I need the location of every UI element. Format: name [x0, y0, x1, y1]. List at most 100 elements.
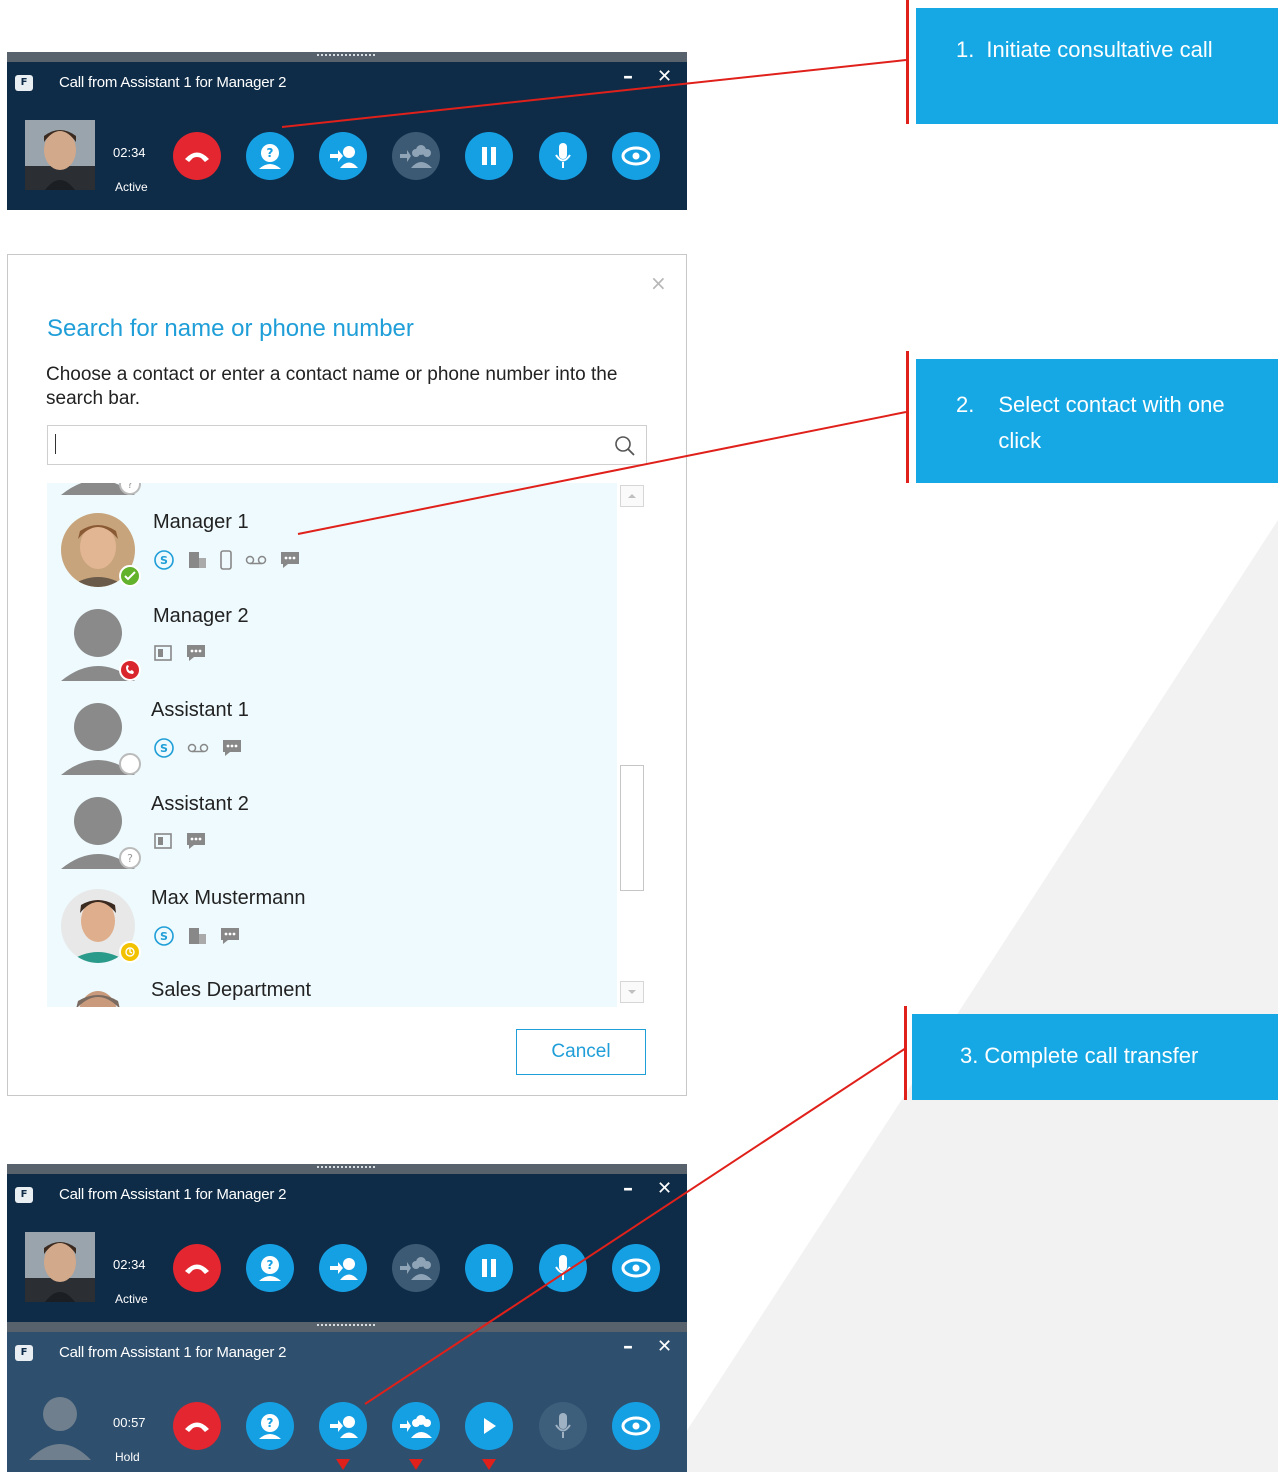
call-title: Call from Assistant 1 for Manager 2 — [59, 74, 287, 91]
dialog-close-button[interactable]: × — [650, 271, 667, 295]
contact-name: Assistant 1 — [151, 699, 249, 721]
contact-card-icon[interactable] — [153, 643, 173, 663]
contact-name: Manager 2 — [153, 605, 249, 627]
search-input[interactable] — [47, 425, 647, 465]
scroll-thumb[interactable] — [620, 765, 644, 891]
consult-call-button[interactable]: ? — [246, 132, 294, 180]
conference-button[interactable] — [392, 1402, 440, 1450]
building-phone-icon[interactable] — [187, 550, 207, 570]
chevron-down-icon — [628, 990, 636, 994]
presence-available-icon — [119, 565, 141, 587]
consult-call-button[interactable]: ? — [246, 1402, 294, 1450]
close-button[interactable]: ✕ — [657, 66, 672, 87]
drag-handle[interactable] — [7, 1322, 687, 1332]
eye-icon — [621, 146, 651, 166]
list-item[interactable]: Max Mustermann S — [47, 879, 617, 971]
conference-button[interactable] — [392, 1244, 440, 1292]
call-window-active: F Call from Assistant 1 for Manager 2 – … — [7, 52, 687, 210]
transfer-button[interactable] — [319, 1244, 367, 1292]
dialog-description: Choose a contact or enter a contact name… — [46, 364, 618, 409]
transfer-button[interactable] — [319, 132, 367, 180]
minimize-button[interactable]: – — [623, 64, 633, 88]
call-title: Call from Assistant 1 for Manager 2 — [59, 1186, 287, 1203]
hangup-button[interactable] — [173, 132, 221, 180]
avatar — [61, 983, 135, 1007]
mute-button[interactable] — [539, 132, 587, 180]
callout-text: Complete call transfer — [984, 1043, 1199, 1068]
drag-handle[interactable] — [7, 1164, 687, 1174]
svg-text:?: ? — [267, 1416, 274, 1430]
call-timer: 02:34 — [113, 145, 146, 160]
mute-button[interactable] — [539, 1244, 587, 1292]
drag-handle[interactable] — [7, 52, 687, 62]
app-logo-icon: F — [15, 75, 33, 91]
chat-icon[interactable] — [221, 738, 243, 758]
chat-icon[interactable] — [219, 926, 241, 946]
close-button[interactable]: ✕ — [657, 1178, 672, 1199]
list-item[interactable]: Sales Department — [47, 973, 617, 1007]
hold-button[interactable] — [465, 1244, 513, 1292]
monitor-button[interactable] — [612, 1402, 660, 1450]
call-title-bar: F Call from Assistant 1 for Manager 2 – … — [7, 1332, 687, 1376]
conference-icon — [400, 145, 432, 168]
play-icon — [484, 1418, 496, 1434]
skype-icon[interactable]: S — [153, 925, 175, 947]
microphone-icon — [555, 143, 571, 168]
contact-list[interactable]: ? Manager 1 S Manager 2 Assistant 1 S ? … — [47, 483, 617, 1007]
consult-icon: ? — [259, 144, 281, 169]
chat-icon[interactable] — [185, 643, 207, 663]
list-item[interactable]: ? Assistant 2 — [47, 785, 617, 877]
chat-icon[interactable] — [185, 831, 207, 851]
list-item[interactable]: Assistant 1 S — [47, 691, 617, 783]
conference-icon — [400, 1415, 432, 1438]
eye-icon — [621, 1416, 651, 1436]
conference-button[interactable] — [392, 132, 440, 180]
svg-text:?: ? — [267, 1258, 274, 1272]
callout-marker — [904, 1006, 907, 1100]
hangup-button[interactable] — [173, 1402, 221, 1450]
list-item[interactable]: ? — [47, 483, 617, 503]
close-button[interactable]: ✕ — [657, 1336, 672, 1357]
voicemail-icon[interactable] — [187, 742, 209, 754]
call-timer: 02:34 — [113, 1257, 146, 1272]
scroll-down-button[interactable] — [620, 981, 644, 1003]
presence-in-call-icon — [119, 659, 141, 681]
search-icon[interactable] — [614, 435, 636, 457]
building-phone-icon[interactable] — [187, 926, 207, 946]
transfer-button[interactable] — [319, 1402, 367, 1450]
minimize-button[interactable]: – — [623, 1334, 633, 1358]
list-item[interactable]: Manager 2 — [47, 597, 617, 689]
chat-icon[interactable] — [279, 550, 301, 570]
eye-icon — [621, 1258, 651, 1278]
callout-marker — [906, 351, 909, 483]
contact-list-scrollbar[interactable] — [619, 483, 647, 1007]
call-state: Hold — [115, 1450, 140, 1464]
callout-marker — [906, 0, 909, 124]
scroll-up-button[interactable] — [620, 485, 644, 507]
caller-avatar — [25, 120, 95, 190]
list-item[interactable]: Manager 1 S — [47, 503, 617, 595]
minimize-button[interactable]: – — [623, 1176, 633, 1200]
call-title-bar: F Call from Assistant 1 for Manager 2 – … — [7, 1174, 687, 1218]
mute-button[interactable] — [539, 1402, 587, 1450]
skype-icon[interactable]: S — [153, 549, 175, 571]
monitor-button[interactable] — [612, 132, 660, 180]
cancel-button[interactable]: Cancel — [516, 1029, 646, 1075]
pause-icon — [482, 1259, 496, 1277]
callout-step-1: 1. Initiate consultative call — [906, 0, 1278, 124]
callout-number: 1. — [956, 37, 975, 62]
transfer-icon — [330, 1416, 358, 1438]
voicemail-icon[interactable] — [245, 554, 267, 566]
hangup-button[interactable] — [173, 1244, 221, 1292]
app-logo-icon: F — [15, 1345, 33, 1361]
skype-icon[interactable]: S — [153, 737, 175, 759]
svg-text:S: S — [160, 742, 168, 755]
hold-button[interactable] — [465, 132, 513, 180]
monitor-button[interactable] — [612, 1244, 660, 1292]
contact-card-icon[interactable] — [153, 831, 173, 851]
svg-text:S: S — [160, 554, 168, 567]
resume-button[interactable] — [465, 1402, 513, 1450]
mobile-phone-icon[interactable] — [219, 550, 233, 570]
consult-call-button[interactable]: ? — [246, 1244, 294, 1292]
callout-text: Initiate consultative call — [986, 37, 1213, 62]
